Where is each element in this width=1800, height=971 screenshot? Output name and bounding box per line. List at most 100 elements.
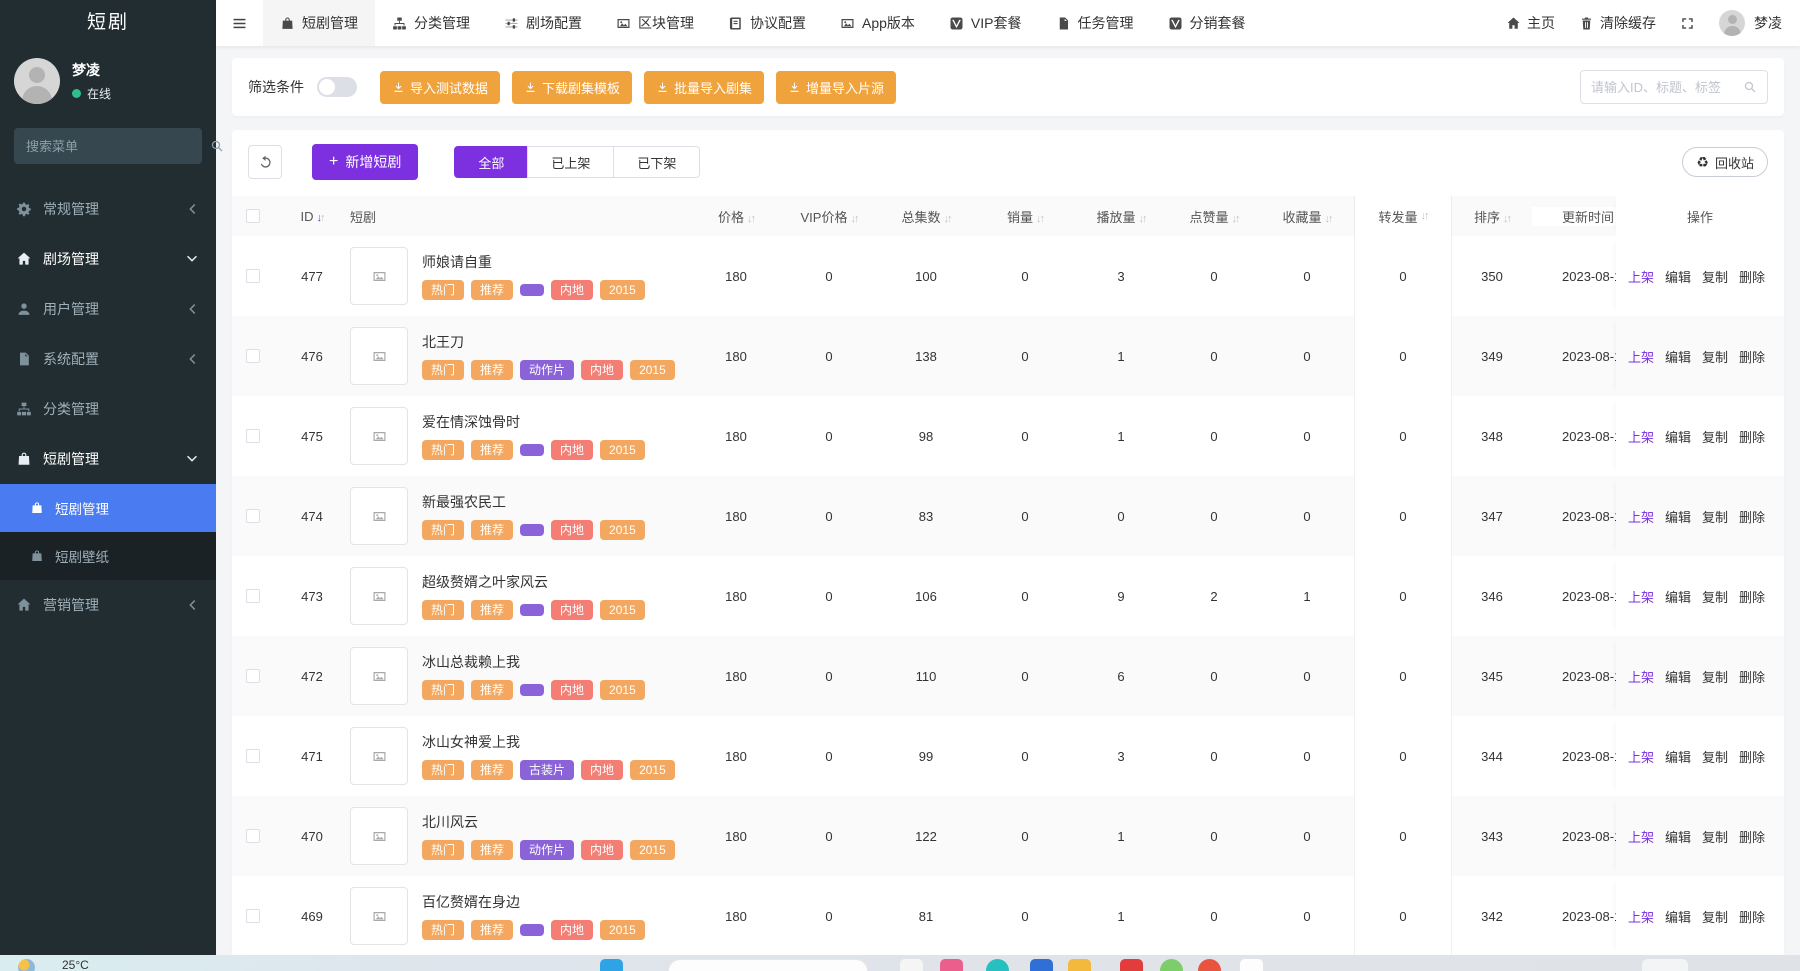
row-action-编辑[interactable]: 编辑 [1665, 587, 1691, 606]
sidebar-subitem-短剧壁纸[interactable]: 短剧壁纸 [0, 532, 216, 580]
row-action-上架[interactable]: 上架 [1628, 827, 1654, 846]
taskbar-app-icon[interactable] [1198, 959, 1221, 971]
row-action-复制[interactable]: 复制 [1702, 827, 1728, 846]
taskbar-app-icon[interactable] [986, 959, 1009, 971]
taskbar-app-icon[interactable] [1068, 959, 1091, 971]
row-action-编辑[interactable]: 编辑 [1665, 907, 1691, 926]
status-tab-全部[interactable]: 全部 [454, 146, 528, 178]
taskbar-app-icon[interactable] [940, 959, 963, 971]
taskbar-app-icon[interactable] [900, 959, 923, 971]
import-button-导入测试数据[interactable]: 导入测试数据 [380, 71, 500, 104]
sidebar-search-input[interactable] [26, 139, 202, 154]
row-action-上架[interactable]: 上架 [1628, 907, 1654, 926]
nav-tab-任务管理[interactable]: 任务管理 [1039, 0, 1151, 46]
row-action-复制[interactable]: 复制 [1702, 507, 1728, 526]
sort-toggle[interactable]: ↓↑ [1232, 213, 1239, 225]
refresh-button[interactable] [248, 145, 282, 179]
row-action-删除[interactable]: 删除 [1739, 587, 1765, 606]
row-action-删除[interactable]: 删除 [1739, 347, 1765, 366]
sort-toggle[interactable]: ↓↑ [1139, 213, 1146, 225]
row-action-上架[interactable]: 上架 [1628, 427, 1654, 446]
row-action-复制[interactable]: 复制 [1702, 587, 1728, 606]
row-action-编辑[interactable]: 编辑 [1665, 827, 1691, 846]
row-checkbox[interactable] [246, 829, 260, 843]
taskbar-windows-icon[interactable] [600, 959, 623, 971]
taskbar-app-icon[interactable] [1120, 959, 1143, 971]
nav-tab-分类管理[interactable]: 分类管理 [375, 0, 487, 46]
row-checkbox[interactable] [246, 589, 260, 603]
filter-toggle[interactable] [317, 77, 357, 97]
sidebar-item-系统配置[interactable]: 系统配置 [0, 334, 216, 384]
row-action-上架[interactable]: 上架 [1628, 667, 1654, 686]
table-search-box[interactable] [1580, 70, 1768, 104]
row-action-编辑[interactable]: 编辑 [1665, 347, 1691, 366]
row-action-复制[interactable]: 复制 [1702, 667, 1728, 686]
row-action-上架[interactable]: 上架 [1628, 347, 1654, 366]
sidebar-item-剧场管理[interactable]: 剧场管理 [0, 234, 216, 284]
row-action-删除[interactable]: 删除 [1739, 907, 1765, 926]
row-checkbox[interactable] [246, 749, 260, 763]
status-tab-已下架[interactable]: 已下架 [613, 146, 700, 178]
clear-cache-link[interactable]: 清除缓存 [1579, 13, 1656, 33]
sort-toggle[interactable]: ↓↑ [1503, 213, 1510, 225]
row-action-复制[interactable]: 复制 [1702, 347, 1728, 366]
row-action-上架[interactable]: 上架 [1628, 267, 1654, 286]
row-action-编辑[interactable]: 编辑 [1665, 747, 1691, 766]
row-action-上架[interactable]: 上架 [1628, 747, 1654, 766]
status-tab-已上架[interactable]: 已上架 [527, 146, 614, 178]
row-action-复制[interactable]: 复制 [1702, 427, 1728, 446]
sidebar-subitem-短剧管理[interactable]: 短剧管理 [0, 484, 216, 532]
row-checkbox[interactable] [246, 269, 260, 283]
row-action-编辑[interactable]: 编辑 [1665, 427, 1691, 446]
nav-tab-协议配置[interactable]: 协议配置 [711, 0, 823, 46]
sort-toggle[interactable]: ↓↑ [1036, 213, 1043, 225]
sidebar-item-用户管理[interactable]: 用户管理 [0, 284, 216, 334]
row-checkbox[interactable] [246, 669, 260, 683]
taskbar-app-icon[interactable] [1240, 959, 1263, 971]
row-action-编辑[interactable]: 编辑 [1665, 267, 1691, 286]
taskbar-app-icon[interactable] [1030, 959, 1053, 971]
nav-tab-短剧管理[interactable]: 短剧管理 [263, 0, 375, 46]
topnav-user-menu[interactable]: 梦凌 [1719, 10, 1782, 36]
row-action-删除[interactable]: 删除 [1739, 507, 1765, 526]
row-action-复制[interactable]: 复制 [1702, 747, 1728, 766]
add-drama-button[interactable]: + 新增短剧 [312, 144, 418, 180]
row-action-删除[interactable]: 删除 [1739, 427, 1765, 446]
row-checkbox[interactable] [246, 429, 260, 443]
sort-toggle[interactable]: ↓↑ [747, 213, 754, 225]
row-action-删除[interactable]: 删除 [1739, 267, 1765, 286]
row-checkbox[interactable] [246, 909, 260, 923]
row-action-删除[interactable]: 删除 [1739, 827, 1765, 846]
import-button-下载剧集模板[interactable]: 下载剧集模板 [512, 71, 632, 104]
sidebar-item-分类管理[interactable]: 分类管理 [0, 384, 216, 434]
row-action-上架[interactable]: 上架 [1628, 587, 1654, 606]
row-action-编辑[interactable]: 编辑 [1665, 507, 1691, 526]
row-action-编辑[interactable]: 编辑 [1665, 667, 1691, 686]
sidebar-item-常规管理[interactable]: 常规管理 [0, 184, 216, 234]
sort-toggle[interactable]: ↓↑ [1421, 210, 1428, 222]
import-button-增量导入片源[interactable]: 增量导入片源 [776, 71, 896, 104]
row-action-删除[interactable]: 删除 [1739, 747, 1765, 766]
taskbar-app-icon[interactable] [1160, 959, 1183, 971]
sidebar-search[interactable] [14, 128, 202, 164]
row-checkbox[interactable] [246, 349, 260, 363]
home-link[interactable]: 主页 [1506, 13, 1555, 33]
table-search-input[interactable] [1591, 80, 1735, 95]
fullscreen-button[interactable] [1680, 16, 1695, 31]
sidebar-item-短剧管理[interactable]: 短剧管理 [0, 434, 216, 484]
nav-tab-App版本[interactable]: App版本 [823, 0, 932, 46]
taskbar-search-box[interactable] [668, 959, 868, 971]
weather-icon[interactable] [18, 959, 35, 971]
row-action-复制[interactable]: 复制 [1702, 267, 1728, 286]
nav-tab-剧场配置[interactable]: 剧场配置 [487, 0, 599, 46]
nav-tab-区块管理[interactable]: 区块管理 [599, 0, 711, 46]
select-all-checkbox[interactable] [246, 209, 260, 223]
sort-toggle[interactable]: ↓↑ [944, 213, 951, 225]
sidebar-item-营销管理[interactable]: 营销管理 [0, 580, 216, 630]
row-action-删除[interactable]: 删除 [1739, 667, 1765, 686]
row-action-上架[interactable]: 上架 [1628, 507, 1654, 526]
nav-tab-分销套餐[interactable]: 分销套餐 [1151, 0, 1263, 46]
sidebar-toggle-button[interactable] [216, 0, 263, 46]
recycle-bin-button[interactable]: ♻ 回收站 [1682, 147, 1768, 177]
sort-toggle[interactable]: ↓↑ [317, 212, 324, 224]
